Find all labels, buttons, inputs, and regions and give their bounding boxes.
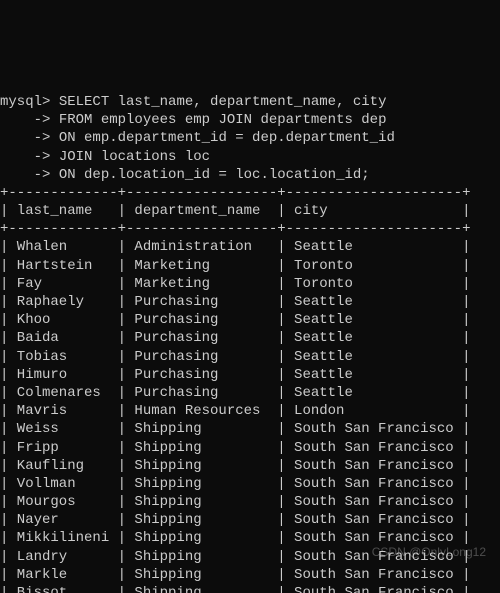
sql-prompt-line-4: -> JOIN locations loc xyxy=(0,149,210,165)
sql-prompt-line-3: -> ON emp.department_id = dep.department… xyxy=(0,130,395,146)
sql-prompt-line-2: -> FROM employees emp JOIN departments d… xyxy=(0,112,386,128)
continuation-prompt: -> xyxy=(0,149,50,165)
sql-line-4: JOIN locations loc xyxy=(50,149,210,165)
result-table: +-------------+------------------+------… xyxy=(0,185,470,593)
sql-line-2: FROM employees emp JOIN departments dep xyxy=(50,112,386,128)
sql-line-1: SELECT last_name, department_name, city xyxy=(50,94,386,110)
watermark-text: CSDN @OnlyLong12 xyxy=(372,545,486,561)
terminal-output[interactable]: mysql> SELECT last_name, department_name… xyxy=(0,91,500,593)
continuation-prompt: -> xyxy=(0,112,50,128)
sql-line-3: ON emp.department_id = dep.department_id xyxy=(50,130,394,146)
continuation-prompt: -> xyxy=(0,167,50,183)
mysql-prompt: mysql> xyxy=(0,94,50,110)
sql-prompt-line-5: -> ON dep.location_id = loc.location_id; xyxy=(0,167,370,183)
sql-prompt-line-1: mysql> SELECT last_name, department_name… xyxy=(0,94,386,110)
sql-line-5: ON dep.location_id = loc.location_id; xyxy=(50,167,369,183)
continuation-prompt: -> xyxy=(0,130,50,146)
